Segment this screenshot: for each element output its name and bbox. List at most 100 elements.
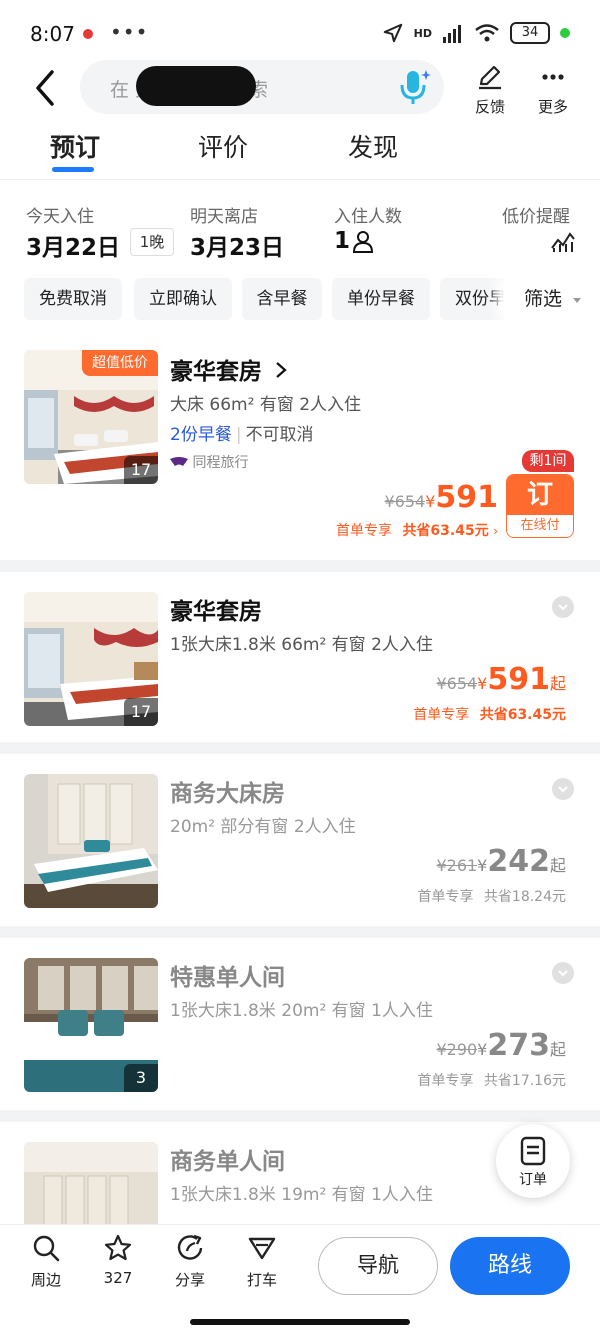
battery-icon: 34	[510, 22, 550, 44]
book-button[interactable]: 订 在线付	[506, 474, 574, 538]
bottom-action-bar: 周边 327 分享 打车 导航 路线	[0, 1224, 600, 1333]
more-button[interactable]: 更多	[525, 64, 581, 117]
room-name[interactable]: 豪华套房	[170, 352, 288, 386]
tab-bar: 预订 评价 发现	[0, 118, 600, 180]
feedback-button[interactable]: 反馈	[462, 64, 518, 117]
order-list-icon	[520, 1136, 546, 1166]
promo-savings: 共省18.24元	[483, 889, 566, 905]
checkin-label: 今天入住	[26, 207, 94, 227]
room-name[interactable]: 豪华套房	[170, 592, 262, 626]
section-divider	[0, 560, 600, 572]
price-from-label: 起	[549, 856, 566, 875]
guests-value[interactable]: 1	[334, 228, 350, 254]
room-spec: 大床 66m² 有窗 2人入住	[170, 395, 362, 415]
taxi-button[interactable]: 打车	[236, 1233, 288, 1290]
route-button[interactable]: 路线	[450, 1237, 570, 1295]
checkout-date[interactable]: 3月23日	[190, 228, 284, 262]
room-photo[interactable]: 超值低价 17	[24, 350, 158, 484]
room-photo[interactable]: 17	[24, 592, 158, 726]
promo-line: 首单专享 共省18.24元	[417, 886, 566, 906]
filter-single-breakfast[interactable]: 单份早餐	[332, 278, 430, 320]
original-price: ¥654	[384, 492, 426, 511]
checkin-date[interactable]: 3月22日	[26, 228, 120, 262]
feedback-pencil-icon	[479, 65, 501, 90]
checkout-label: 明天离店	[190, 207, 258, 227]
currency-symbol: ¥	[477, 856, 488, 875]
room-card[interactable]: 17 豪华套房 1张大床1.8米 66m² 有窗 2人入住 ¥654¥591起 …	[0, 572, 600, 742]
filter-free-cancel[interactable]: 免费取消	[24, 278, 122, 320]
room-name[interactable]: 特惠单人间	[170, 958, 285, 992]
star-icon	[104, 1234, 132, 1261]
price-from-label: 起	[549, 674, 566, 693]
orders-button[interactable]: 订单	[496, 1124, 570, 1198]
expand-chevron-icon[interactable]	[552, 596, 574, 618]
filter-button[interactable]: 筛选	[504, 278, 600, 320]
room-photo[interactable]	[24, 774, 158, 908]
more-dots-icon	[542, 74, 564, 80]
deal-tag: 超值低价	[82, 350, 158, 376]
room-spec: 20m² 部分有窗 2人入住	[170, 817, 356, 837]
voice-mic-icon[interactable]	[396, 68, 432, 106]
room-name[interactable]: 商务大床房	[170, 774, 285, 808]
room-name[interactable]: 商务单人间	[170, 1142, 285, 1176]
back-arrow-icon[interactable]	[28, 66, 64, 110]
current-price: 591	[435, 480, 498, 515]
expand-chevron-icon[interactable]	[552, 778, 574, 800]
tab-booking[interactable]: 预订	[50, 128, 100, 164]
section-divider	[0, 1110, 600, 1122]
room-spec: 1张大床1.8米 66m² 有窗 2人入住	[170, 635, 433, 655]
price-alert-label[interactable]: 低价提醒	[502, 202, 570, 227]
promo-first-order: 首单专享	[413, 707, 470, 723]
promo-line[interactable]: 首单专享 共省63.45元 ›	[336, 520, 498, 540]
promo-chevron-icon: ›	[493, 524, 498, 538]
provider: 同程旅行	[170, 452, 248, 472]
price: ¥261¥242起	[436, 844, 566, 879]
home-indicator	[190, 1319, 410, 1325]
price: ¥654¥591起	[436, 662, 566, 697]
original-price: ¥290	[436, 1040, 478, 1059]
filter-breakfast[interactable]: 含早餐	[242, 278, 322, 320]
price: ¥290¥273起	[436, 1028, 566, 1063]
room-photo[interactable]	[24, 1142, 158, 1224]
caret-down-icon	[573, 298, 582, 303]
room-card[interactable]: 超值低价 17 豪华套房 大床 66m² 有窗 2人入住 2份早餐 | 不可取消 同…	[0, 340, 600, 560]
provider-logo-icon	[170, 457, 188, 466]
room-spec: 1张大床1.8米 20m² 有窗 1人入住	[170, 1001, 433, 1021]
section-divider	[0, 926, 600, 938]
current-price: 242	[487, 844, 550, 879]
original-price: ¥261	[436, 856, 478, 875]
filter-label: 筛选	[524, 288, 563, 310]
tab-discover[interactable]: 发现	[348, 128, 398, 164]
nearby-button[interactable]: 周边	[20, 1233, 72, 1290]
favorite-button[interactable]: 327	[92, 1233, 144, 1287]
price-alert-icon[interactable]	[550, 230, 576, 254]
promo-first-order: 首单专享	[335, 523, 392, 539]
filter-instant-confirm[interactable]: 立即确认	[134, 278, 232, 320]
promo-first-order: 首单专享	[417, 889, 474, 905]
promo-savings: 共省63.45元	[402, 523, 489, 539]
navigate-button[interactable]: 导航	[318, 1237, 438, 1295]
rooms-remaining-badge: 剩1间	[522, 450, 574, 472]
room-card[interactable]: 3 特惠单人间 1张大床1.8米 20m² 有窗 1人入住 ¥290¥273起 …	[0, 938, 600, 1110]
expand-chevron-icon[interactable]	[552, 962, 574, 984]
filter-chips: 免费取消 立即确认 含早餐 单份早餐 双份早餐 筛选	[0, 278, 600, 322]
room-photo-image	[24, 774, 158, 908]
promo-first-order: 首单专享	[417, 1073, 474, 1089]
share-icon	[177, 1234, 203, 1260]
room-name-text: 豪华套房	[170, 359, 262, 385]
redaction-mask	[136, 66, 256, 106]
nights-badge: 1晚	[130, 228, 174, 256]
feedback-label: 反馈	[474, 98, 505, 116]
room-photo[interactable]: 3	[24, 958, 158, 1092]
tab-reviews[interactable]: 评价	[198, 128, 248, 164]
date-selector[interactable]: 今天入住 3月22日 1晚 明天离店 3月23日 入住人数 1 低价提醒	[0, 190, 600, 270]
provider-name: 同程旅行	[192, 455, 249, 471]
share-button[interactable]: 分享	[164, 1233, 216, 1290]
person-icon	[352, 231, 374, 253]
status-icons: HD 34	[382, 22, 570, 44]
taxi-label: 打车	[246, 1271, 277, 1289]
room-card[interactable]: 商务大床房 20m² 部分有窗 2人入住 ¥261¥242起 首单专享 共省18…	[0, 754, 600, 926]
search-input[interactable]: 在 大酒店附近搜索	[80, 60, 444, 114]
location-pin-icon	[83, 29, 93, 39]
network-badge: HD	[413, 26, 432, 40]
